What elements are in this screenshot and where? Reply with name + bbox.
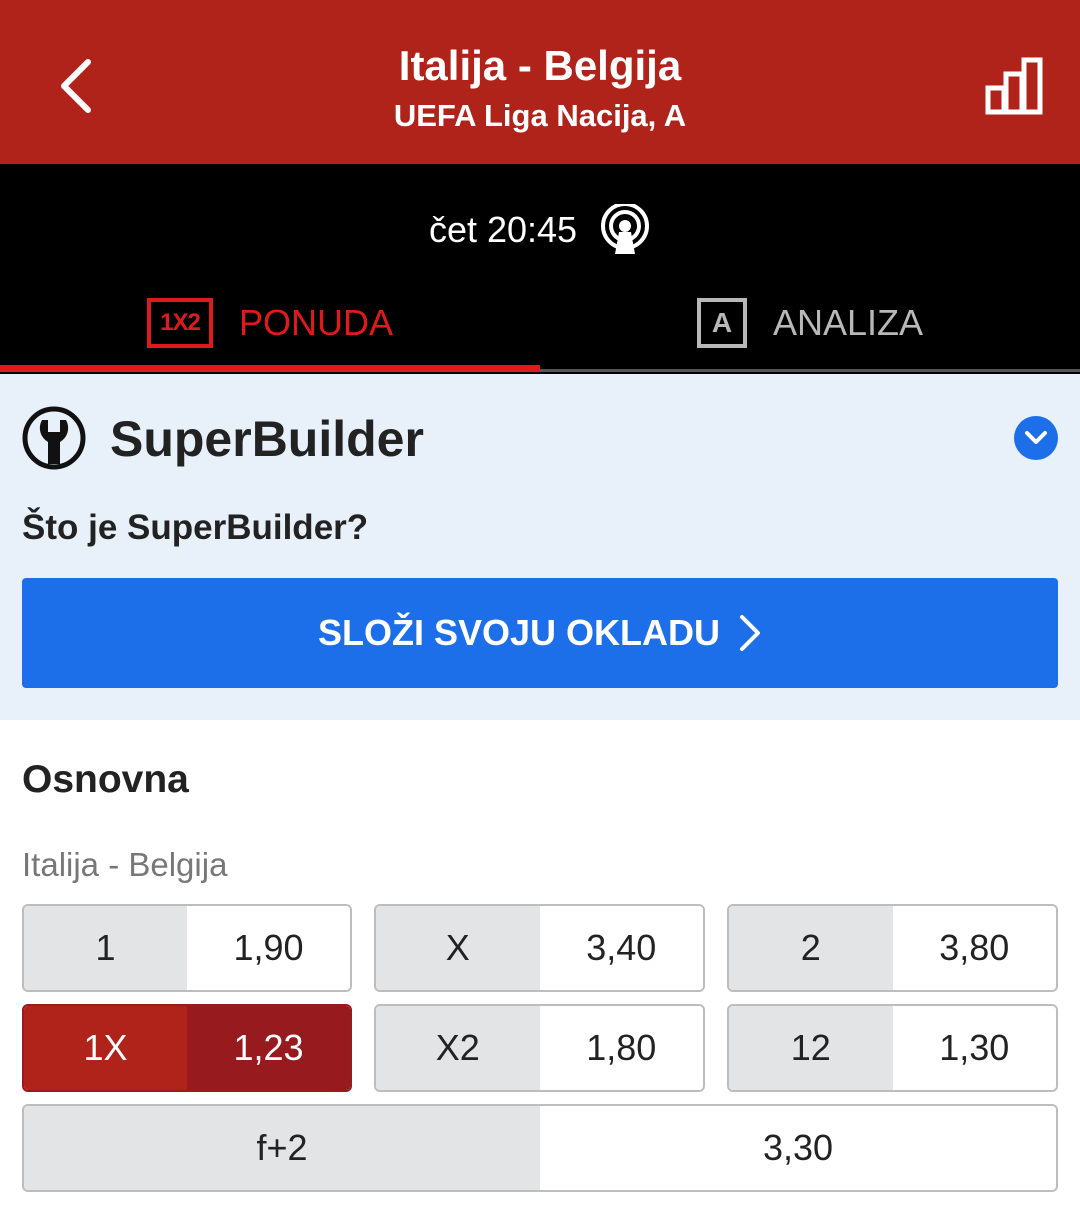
odd-label: 2 bbox=[729, 906, 893, 990]
chevron-right-icon bbox=[740, 615, 761, 651]
statistics-button[interactable] bbox=[978, 48, 1050, 124]
odd-value: 1,80 bbox=[539, 1006, 703, 1090]
odd-label: 1X bbox=[24, 1006, 187, 1090]
market-name: Italija - Belgija bbox=[22, 846, 228, 883]
odd-value: 1,23 bbox=[187, 1006, 350, 1090]
wrench-icon bbox=[22, 406, 86, 470]
odd-label: f+2 bbox=[24, 1106, 540, 1190]
build-bet-label: SLOŽI SVOJU OKLADU bbox=[317, 612, 721, 653]
odd-button-2[interactable]: 2 3,80 bbox=[727, 904, 1058, 992]
tab-divider bbox=[540, 369, 1080, 372]
odd-value: 3,30 bbox=[540, 1106, 1056, 1190]
tab-ponuda-label: PONUDA bbox=[238, 302, 394, 343]
odd-label: 12 bbox=[729, 1006, 893, 1090]
event-time-row: čet 20:45 bbox=[0, 200, 1080, 260]
odd-value: 1,90 bbox=[187, 906, 350, 990]
match-header: Italija - Belgija UEFA Liga Nacija, A bbox=[0, 0, 1080, 164]
tab-analiza[interactable]: A ANALIZA bbox=[540, 278, 1080, 368]
odd-value: 3,40 bbox=[539, 906, 703, 990]
build-bet-button[interactable]: SLOŽI SVOJU OKLADU bbox=[22, 578, 1058, 688]
tab-ponuda[interactable]: 1X2 PONUDA bbox=[0, 278, 540, 368]
tab-analiza-label: ANALIZA bbox=[772, 302, 924, 343]
analysis-icon: A bbox=[696, 298, 747, 348]
odd-value: 1,30 bbox=[892, 1006, 1056, 1090]
odd-button-1x[interactable]: 1X 1,23 bbox=[22, 1004, 352, 1092]
chevron-down-icon bbox=[1025, 431, 1047, 444]
what-is-superbuilder-link[interactable]: Što je SuperBuilder? bbox=[22, 508, 368, 548]
odd-label: X bbox=[376, 906, 540, 990]
odd-label: X2 bbox=[376, 1006, 540, 1090]
event-info-bar: čet 20:45 1X2 PONUDA A ANALIZA bbox=[0, 164, 1080, 374]
1x2-icon: 1X2 bbox=[146, 298, 213, 348]
odd-button-x[interactable]: X 3,40 bbox=[374, 904, 705, 992]
expand-button[interactable] bbox=[1014, 416, 1058, 460]
superbuilder-panel: SuperBuilder Što je SuperBuilder? SLOŽI … bbox=[0, 374, 1080, 720]
odd-button-12[interactable]: 12 1,30 bbox=[727, 1004, 1058, 1092]
event-time: čet 20:45 bbox=[428, 209, 578, 250]
superbuilder-title: SuperBuilder bbox=[110, 411, 424, 467]
active-tab-indicator bbox=[0, 365, 540, 372]
odd-button-x2[interactable]: X2 1,80 bbox=[374, 1004, 705, 1092]
odd-button-f2[interactable]: f+2 3,30 bbox=[22, 1104, 1058, 1192]
section-title: Osnovna bbox=[22, 758, 189, 801]
odd-label: 1 bbox=[24, 906, 187, 990]
competition-name: UEFA Liga Nacija, A bbox=[393, 98, 687, 133]
broadcast-icon bbox=[601, 204, 650, 254]
match-title: Italija - Belgija bbox=[398, 42, 682, 89]
bar-chart-icon bbox=[985, 57, 1043, 115]
odd-button-1[interactable]: 1 1,90 bbox=[22, 904, 352, 992]
odd-value: 3,80 bbox=[892, 906, 1056, 990]
